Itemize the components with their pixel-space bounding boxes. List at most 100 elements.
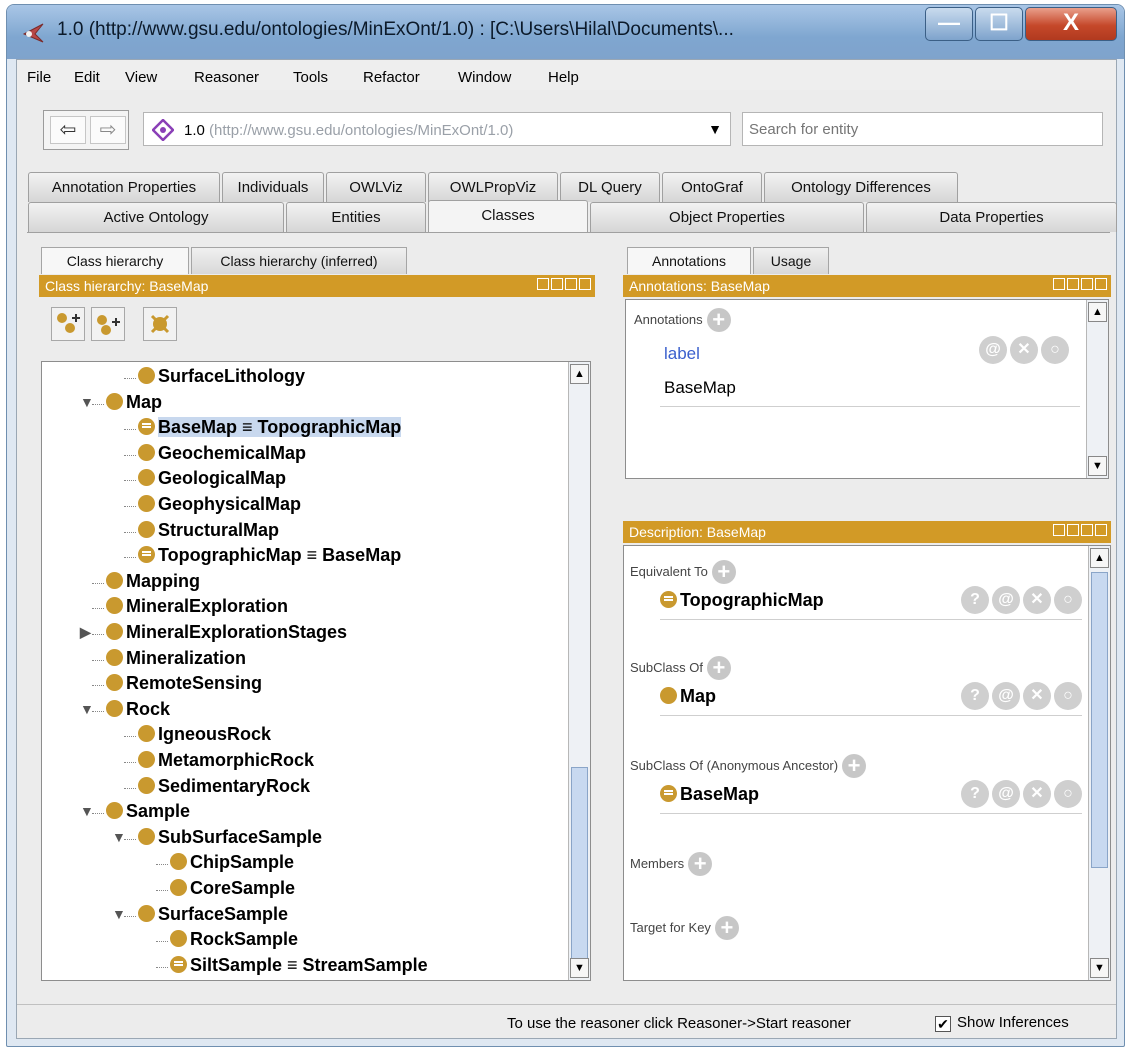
tab-data-properties[interactable]: Data Properties — [866, 202, 1117, 232]
tree-node[interactable]: SiltSample ≡ StreamSample — [156, 955, 428, 979]
menu-tools[interactable]: Tools — [293, 69, 328, 86]
tree-node[interactable]: CoreSample — [156, 878, 295, 902]
tree-node[interactable]: GeochemicalMap — [124, 443, 306, 467]
maximize-button[interactable]: ☐ — [975, 7, 1023, 41]
tab-active-ontology[interactable]: Active Ontology — [28, 202, 284, 232]
title-bar[interactable]: 1.0 (http://www.gsu.edu/ontologies/MinEx… — [7, 5, 1124, 59]
tree-node[interactable]: ChipSample — [156, 852, 294, 876]
expanded-toggle-icon[interactable]: ▼ — [112, 829, 126, 845]
add-icon[interactable]: + — [706, 656, 731, 680]
tree-node[interactable]: ▼ SubSurfaceSample — [112, 827, 322, 851]
tree-node[interactable]: MetamorphicRock — [124, 750, 314, 774]
tree-node[interactable]: GeophysicalMap — [124, 494, 301, 518]
explain-icon[interactable]: ? — [961, 682, 989, 710]
menu-window[interactable]: Window — [458, 69, 511, 86]
menu-reasoner[interactable]: Reasoner — [194, 69, 259, 86]
tree-node[interactable]: BaseMap ≡ TopographicMap — [124, 417, 402, 441]
scroll-up-button[interactable]: ▲ — [1088, 302, 1107, 322]
tree-node[interactable]: ▼ Sample — [80, 801, 190, 825]
scroll-down-button[interactable]: ▼ — [1090, 958, 1109, 978]
tree-node[interactable]: RemoteSensing — [92, 673, 262, 697]
view-controls[interactable] — [1051, 524, 1107, 546]
delete-icon[interactable]: ✕ — [1023, 586, 1051, 614]
tab-entities[interactable]: Entities — [286, 202, 426, 232]
add-annotation-icon[interactable]: + — [706, 308, 731, 332]
tab-individuals[interactable]: Individuals — [222, 172, 324, 202]
description-item[interactable]: TopographicMap? @ ✕ ○ — [660, 586, 1082, 620]
tree-node[interactable]: GeologicalMap — [124, 468, 286, 492]
view-controls[interactable] — [1051, 278, 1107, 300]
checkbox-icon[interactable]: ✔ — [935, 1016, 951, 1032]
menu-refactor[interactable]: Refactor — [363, 69, 420, 86]
annotate-icon[interactable]: @ — [992, 682, 1020, 710]
menu-edit[interactable]: Edit — [74, 69, 100, 86]
scroll-thumb[interactable] — [571, 767, 588, 962]
annotate-icon[interactable]: @ — [992, 780, 1020, 808]
menu-view[interactable]: View — [125, 69, 157, 86]
tab-owlviz[interactable]: OWLViz — [326, 172, 426, 202]
annotate-icon[interactable]: @ — [992, 586, 1020, 614]
edit-icon[interactable]: ○ — [1054, 682, 1082, 710]
edit-icon[interactable]: ○ — [1054, 586, 1082, 614]
edit-icon[interactable]: ○ — [1054, 780, 1082, 808]
tab-ontology-differences[interactable]: Ontology Differences — [764, 172, 958, 202]
expanded-toggle-icon[interactable]: ▼ — [80, 803, 94, 819]
scroll-up-button[interactable]: ▲ — [570, 364, 589, 384]
tree-node[interactable]: SurfaceLithology — [124, 366, 305, 390]
tab-annotation-properties[interactable]: Annotation Properties — [28, 172, 220, 202]
tree-node[interactable]: SedimentaryRock — [124, 776, 310, 800]
search-input[interactable] — [742, 112, 1103, 146]
subtab-annotations[interactable]: Annotations — [627, 247, 751, 274]
delete-icon[interactable]: ✕ — [1023, 682, 1051, 710]
description-scrollbar[interactable]: ▲ ▼ — [1088, 546, 1110, 980]
tree-node[interactable]: Mineralization — [92, 648, 246, 672]
scroll-up-button[interactable]: ▲ — [1090, 548, 1109, 568]
tree-node[interactable]: ▶ MineralExplorationStages — [80, 622, 347, 646]
annotation-property[interactable]: label — [664, 344, 700, 364]
tree-node[interactable]: ▼ Map — [80, 392, 162, 416]
add-icon[interactable]: + — [714, 916, 739, 940]
tree-node[interactable]: StructuralMap — [124, 520, 279, 544]
chevron-down-icon[interactable]: ▼ — [708, 121, 722, 137]
tree-node[interactable]: ▼ SurfaceSample — [112, 904, 288, 928]
tree-node[interactable]: RockSample — [156, 929, 298, 953]
expanded-toggle-icon[interactable]: ▼ — [112, 906, 126, 922]
subtab-usage[interactable]: Usage — [753, 247, 829, 274]
tree-node[interactable]: MineralExploration — [92, 596, 288, 620]
edit-icon[interactable]: ○ — [1041, 336, 1069, 364]
expanded-toggle-icon[interactable]: ▼ — [80, 394, 94, 410]
tree-scrollbar[interactable]: ▲ ▼ — [568, 362, 590, 980]
delete-icon[interactable]: ✕ — [1023, 780, 1051, 808]
tree-node[interactable]: IgneousRock — [124, 724, 271, 748]
description-item[interactable]: Map? @ ✕ ○ — [660, 682, 1082, 716]
ontology-selector[interactable]: 1.0 (http://www.gsu.edu/ontologies/MinEx… — [143, 112, 731, 146]
scroll-thumb[interactable] — [1091, 572, 1108, 868]
add-icon[interactable]: + — [711, 560, 736, 584]
expanded-toggle-icon[interactable]: ▼ — [80, 701, 94, 717]
explain-icon[interactable]: ? — [961, 780, 989, 808]
tab-ontograf[interactable]: OntoGraf — [662, 172, 762, 202]
add-subclass-button[interactable] — [51, 307, 85, 341]
scroll-down-button[interactable]: ▼ — [570, 958, 589, 978]
menu-file[interactable]: File — [27, 69, 51, 86]
delete-icon[interactable]: ✕ — [1010, 336, 1038, 364]
annotations-scrollbar[interactable]: ▲ ▼ — [1086, 300, 1108, 478]
tab-classes[interactable]: Classes — [428, 200, 588, 232]
delete-class-button[interactable] — [143, 307, 177, 341]
tree-node[interactable]: ▼ Rock — [80, 699, 170, 723]
collapsed-toggle-icon[interactable]: ▶ — [80, 624, 91, 641]
add-icon[interactable]: + — [842, 754, 867, 778]
minimize-button[interactable]: — — [925, 7, 973, 41]
forward-button[interactable]: ⇨ — [90, 116, 126, 144]
tree-node[interactable]: Mapping — [92, 571, 200, 595]
tab-dl-query[interactable]: DL Query — [560, 172, 660, 202]
explain-icon[interactable]: ? — [961, 586, 989, 614]
menu-help[interactable]: Help — [548, 69, 579, 86]
add-sibling-button[interactable] — [91, 307, 125, 341]
description-item[interactable]: BaseMap? @ ✕ ○ — [660, 780, 1082, 814]
back-button[interactable]: ⇦ — [50, 116, 86, 144]
scroll-down-button[interactable]: ▼ — [1088, 456, 1107, 476]
show-inferences-checkbox[interactable]: ✔ Show Inferences — [935, 1014, 1069, 1032]
tab-owlpropviz[interactable]: OWLPropViz — [428, 172, 558, 202]
add-icon[interactable]: + — [688, 852, 713, 876]
